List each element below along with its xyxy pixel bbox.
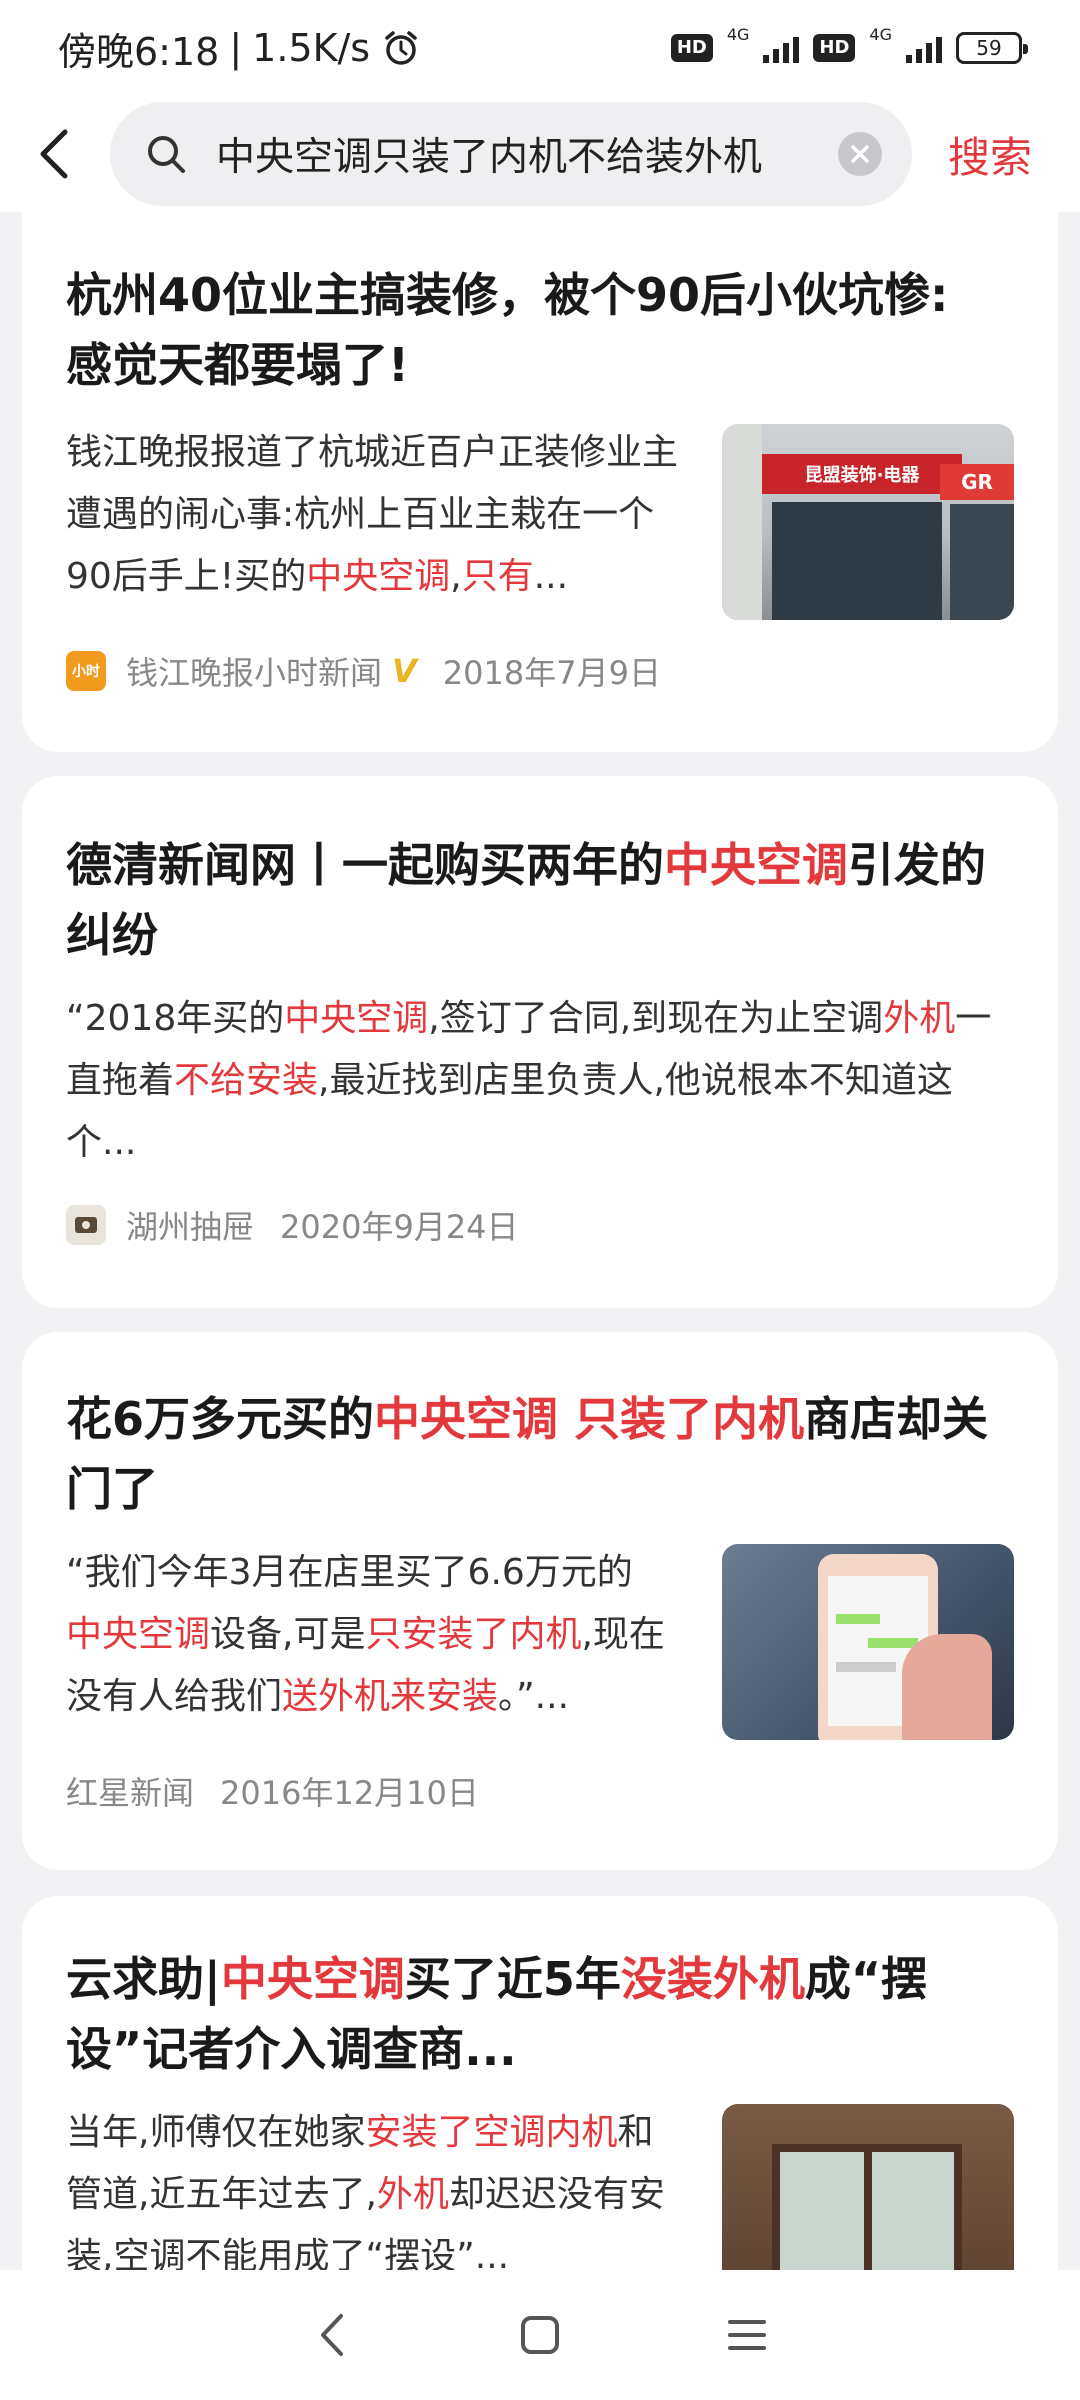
- status-divider: |: [229, 26, 243, 70]
- thumbnail-storefront-right: GR: [940, 464, 1014, 500]
- result-snippet: “我们今年3月在店里买了6.6万元的中央空调设备,可是只安装了内机,现在没有人给…: [66, 1542, 666, 1740]
- snippet-highlight: 中央空调: [284, 998, 429, 1039]
- search-icon: [148, 136, 185, 173]
- snippet-highlight: 外机: [883, 998, 956, 1039]
- snippet-segment: ,: [450, 556, 462, 597]
- result-body: “我们今年3月在店里买了6.6万元的中央空调设备,可是只安装了内机,现在没有人给…: [66, 1542, 1014, 1740]
- thumbnail-window: [950, 504, 1014, 620]
- network-type: 4G: [726, 24, 750, 44]
- thumbnail-sign: 昆盟装饰·电器: [804, 465, 920, 486]
- result-body: 当年,师傅仅在她家安装了空调内机和管道,近五年过去了,外机却迟迟没有安装,空调不…: [66, 2102, 1014, 2270]
- title-segment: 杭州40位业主搞装修，被个90后小伙坑惨:: [66, 268, 949, 322]
- result-thumbnail[interactable]: [722, 2104, 1014, 2270]
- result-body: 钱江晚报报道了杭城近百户正装修业主遭遇的闹心事:杭州上百业主栽在一个90后手上!…: [66, 422, 1014, 620]
- title-highlight: 没装外机: [620, 1952, 805, 2006]
- title-segment: 花6万多元买的: [66, 1392, 375, 1446]
- result-snippet: 当年,师傅仅在她家安装了空调内机和管道,近五年过去了,外机却迟迟没有安装,空调不…: [66, 2102, 676, 2270]
- network-speed: 1.5K/s: [252, 26, 371, 70]
- nav-back-icon: [321, 2314, 344, 2356]
- result-title[interactable]: 云求助|中央空调买了近5年没装外机成“摆设”记者介入调查商...: [66, 1896, 1014, 2084]
- snippet-segment: ...: [533, 556, 569, 597]
- title-highlight: 中央空调 只装了内机: [374, 1392, 805, 1446]
- snippet-segment: 当年,师傅仅在她家: [66, 2112, 366, 2153]
- snippet-segment: “我们今年3月在店里买了6.6万元的: [66, 1552, 633, 1593]
- system-nav-bar: [0, 2270, 1080, 2400]
- battery-icon: 59: [956, 32, 1028, 64]
- thumbnail-hand: [902, 1634, 992, 1740]
- title-segment: 德清新闻网丨一起购买两年的: [66, 838, 664, 892]
- result-source-row: 红星新闻 2016年12月10日: [66, 1768, 1014, 1814]
- clear-icon[interactable]: [838, 132, 882, 176]
- search-button[interactable]: 搜索: [948, 124, 1032, 185]
- search-input[interactable]: 中央空调只装了内机不给装外机: [216, 126, 838, 182]
- snippet-highlight: 中央空调: [306, 556, 451, 597]
- snippet-highlight: 送外机来安装: [282, 1676, 499, 1717]
- nav-back-button[interactable]: [303, 2305, 363, 2365]
- search-header: 中央空调只装了内机不给装外机 搜索: [0, 96, 1080, 212]
- alarm-icon: [382, 29, 420, 67]
- source-name[interactable]: 红星新闻: [66, 1768, 194, 1814]
- source-logo: [66, 1205, 106, 1245]
- result-card[interactable]: 杭州40位业主搞装修，被个90后小伙坑惨: 感觉天都要塌了! 钱江晚报报道了杭城…: [22, 212, 1058, 752]
- status-time: 傍晚6:18: [58, 29, 220, 74]
- result-title[interactable]: 德清新闻网丨一起购买两年的中央空调引发的纠纷: [66, 776, 1014, 970]
- thumbnail-sign: GR: [961, 470, 993, 494]
- hd-badge: HD: [670, 34, 713, 62]
- network-type: 4G: [869, 24, 892, 44]
- publish-date: 2016年12月10日: [220, 1774, 479, 1812]
- snippet-segment: 。”...: [498, 1676, 570, 1717]
- result-source-row: 小时 钱江晚报小时新闻 V 2018年7月9日: [66, 648, 1014, 694]
- title-segment: 买了近5年: [404, 1952, 621, 2006]
- result-card[interactable]: 德清新闻网丨一起购买两年的中央空调引发的纠纷 “2018年买的中央空调,签订了合…: [22, 776, 1058, 1308]
- title-segment: 云求助|: [66, 1952, 221, 2006]
- snippet-highlight: 外机: [376, 2174, 449, 2215]
- source-name[interactable]: 湖州抽屉: [126, 1202, 254, 1248]
- snippet-segment: “2018年买的: [66, 998, 285, 1039]
- result-thumbnail[interactable]: [722, 1544, 1014, 1740]
- title-highlight: 中央空调: [664, 838, 848, 892]
- nav-menu-button[interactable]: [717, 2305, 777, 2365]
- nav-home-button[interactable]: [510, 2305, 570, 2365]
- thumbnail-storefront: 昆盟装饰·电器: [762, 454, 962, 494]
- signal-icon: [906, 33, 942, 63]
- status-right: HD 4G HD 4G 59: [670, 25, 1028, 64]
- publish-date: 2018年7月9日: [442, 654, 661, 692]
- result-card[interactable]: 云求助|中央空调买了近5年没装外机成“摆设”记者介入调查商... 当年,师傅仅在…: [22, 1896, 1058, 2270]
- verified-badge: V: [392, 652, 417, 690]
- snippet-highlight: 只有: [461, 556, 534, 597]
- nav-home-icon: [520, 2316, 559, 2354]
- thumbnail-window: [772, 502, 942, 620]
- snippet-segment: 设备,可是: [210, 1614, 366, 1655]
- thumbnail-window-bar: [864, 2144, 872, 2270]
- snippet-segment: ,签订了合同,到现在为止空调: [428, 998, 884, 1039]
- snippet-highlight: 不给安装: [174, 1060, 319, 1101]
- source-name[interactable]: 钱江晚报小时新闻: [126, 648, 382, 694]
- title-highlight: 中央空调: [220, 1952, 405, 2006]
- result-snippet: 钱江晚报报道了杭城近百户正装修业主遭遇的闹心事:杭州上百业主栽在一个90后手上!…: [66, 422, 686, 620]
- hd-badge: HD: [813, 34, 856, 62]
- status-bar: 傍晚6:18 | 1.5K/s HD 4G HD 4G 59: [0, 0, 1080, 96]
- result-snippet: “2018年买的中央空调,签订了合同,到现在为止空调外机一直拖着不给安装,最近找…: [66, 988, 1014, 1174]
- result-thumbnail[interactable]: 昆盟装饰·电器 GR: [722, 424, 1014, 620]
- battery-level: 59: [976, 36, 1002, 60]
- snippet-highlight: 只安装了内机: [365, 1614, 582, 1655]
- title-segment: 感觉天都要塌了!: [66, 338, 409, 392]
- search-bar[interactable]: 中央空调只装了内机不给装外机: [110, 102, 912, 206]
- back-button[interactable]: [0, 96, 110, 212]
- nav-menu-icon: [727, 2320, 766, 2350]
- result-source-row: 湖州抽屉 2020年9月24日: [66, 1202, 1014, 1248]
- source-logo: 小时: [66, 651, 106, 691]
- snippet-highlight: 中央空调: [66, 1614, 211, 1655]
- status-left: 傍晚6:18 | 1.5K/s: [58, 21, 420, 76]
- snippet-highlight: 安装了空调内机: [365, 2112, 618, 2153]
- signal-icon: [763, 33, 800, 63]
- publish-date: 2020年9月24日: [280, 1208, 519, 1246]
- result-card[interactable]: 花6万多元买的中央空调 只装了内机商店却关门了 “我们今年3月在店里买了6.6万…: [22, 1332, 1058, 1870]
- back-arrow-icon: [40, 129, 68, 179]
- thumbnail-pillar: [722, 424, 762, 620]
- result-title[interactable]: 花6万多元买的中央空调 只装了内机商店却关门了: [66, 1332, 1014, 1524]
- result-title[interactable]: 杭州40位业主搞装修，被个90后小伙坑惨: 感觉天都要塌了!: [66, 212, 1014, 400]
